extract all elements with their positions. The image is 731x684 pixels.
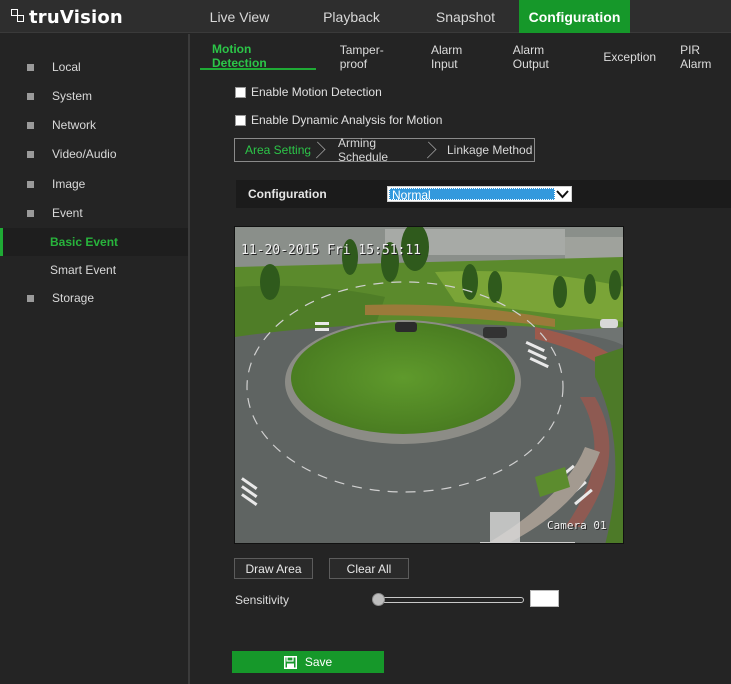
bullet-icon [27, 92, 34, 100]
enable-dynamic-checkbox[interactable] [235, 114, 246, 126]
tab-tamper-proof[interactable]: Tamper-proof [340, 43, 407, 71]
sensitivity-slider[interactable] [372, 591, 524, 609]
floppy-disk-icon [283, 655, 297, 669]
sidebar-item-storage[interactable]: Storage [0, 284, 188, 312]
event-tabs: Motion Detection Tamper-proof Alarm Inpu… [200, 42, 731, 71]
sidebar-item-event[interactable]: Event [0, 199, 188, 227]
logo: truVision [11, 5, 123, 29]
sidebar-item-network[interactable]: Network [0, 111, 188, 139]
video-camera-name: Camera 01 [547, 519, 607, 532]
bullet-icon [27, 180, 34, 188]
top-bar: truVision Live View Playback Snapshot Co… [0, 0, 731, 33]
configuration-row: Configuration Normal [236, 180, 731, 208]
sidebar-item-system[interactable]: System [0, 82, 188, 110]
bullet-icon [27, 294, 34, 302]
sidebar-item-label: Storage [52, 291, 95, 305]
enable-motion-label: Enable Motion Detection [251, 85, 382, 99]
setup-steps: Area Settings Arming Schedule Linkage Me… [234, 136, 535, 164]
main-content: Motion Detection Tamper-proof Alarm Inpu… [192, 34, 731, 684]
video-preview[interactable]: 11-20-2015 Fri 15:51:11 Camera 01 [234, 226, 624, 544]
tab-alarm-output[interactable]: Alarm Output [513, 43, 580, 71]
nav-playback[interactable]: Playback [291, 0, 412, 33]
configuration-select[interactable]: Normal [387, 186, 572, 202]
enable-motion-checkbox[interactable] [235, 86, 246, 98]
sidebar-item-label: System [52, 89, 93, 103]
sidebar-item-label: Network [52, 118, 97, 132]
slider-thumb[interactable] [372, 593, 385, 606]
tab-exception[interactable]: Exception [603, 44, 656, 70]
enable-dynamic-label: Enable Dynamic Analysis for Motion [251, 113, 443, 127]
bullet-icon [27, 150, 34, 158]
configuration-label: Configuration [248, 187, 327, 201]
nav-snapshot[interactable]: Snapshot [412, 0, 519, 33]
chevron-down-icon [555, 187, 570, 201]
main-nav: Live View Playback Snapshot Configuratio… [188, 0, 630, 33]
step-label: Arming Schedule [338, 136, 389, 164]
tab-motion-detection[interactable]: Motion Detection [200, 42, 316, 70]
save-button[interactable]: Save [232, 651, 384, 673]
enable-motion-row: Enable Motion Detection [235, 84, 382, 100]
sidebar-item-label: Video/Audio [52, 147, 117, 161]
camera-scene-image [235, 227, 623, 543]
app-window: truVision Live View Playback Snapshot Co… [0, 0, 731, 684]
bullet-icon [27, 121, 34, 129]
step-label: Area Settings [245, 143, 318, 157]
slider-track [377, 597, 524, 603]
sidebar-item-video-audio[interactable]: Video/Audio [0, 140, 188, 168]
sidebar-item-image[interactable]: Image [0, 170, 188, 198]
nav-configuration[interactable]: Configuration [519, 0, 630, 33]
sidebar-item-local[interactable]: Local [0, 53, 188, 81]
save-label: Save [304, 655, 333, 669]
draw-area-button[interactable]: Draw Area [234, 558, 313, 579]
step-label: Linkage Method [447, 143, 533, 157]
sensitivity-value-field[interactable] [530, 590, 559, 607]
step-area-settings[interactable]: Area Settings [234, 138, 326, 162]
video-timestamp: 11-20-2015 Fri 15:51:11 [241, 243, 422, 258]
sidebar-item-label: Image [52, 177, 86, 191]
sidebar-item-basic-event[interactable]: Basic Event [0, 228, 188, 256]
step-linkage-method[interactable]: Linkage Method [429, 138, 535, 162]
tab-alarm-input[interactable]: Alarm Input [431, 43, 489, 71]
sidebar-item-label: Event [52, 206, 83, 220]
enable-dynamic-row: Enable Dynamic Analysis for Motion [235, 112, 442, 128]
nav-live-view[interactable]: Live View [188, 0, 291, 33]
bullet-icon [27, 63, 34, 71]
step-arming-schedule[interactable]: Arming Schedule [318, 136, 437, 164]
sensitivity-label: Sensitivity [235, 593, 290, 607]
tab-pir-alarm[interactable]: PIR Alarm [680, 43, 731, 71]
sidebar-item-label: Local [52, 60, 81, 74]
bullet-icon [27, 209, 34, 217]
configuration-selected-value: Normal [389, 188, 555, 201]
logo-text: truVision [29, 6, 123, 28]
sidebar: Local System Network Video/Audio Image E… [0, 34, 190, 684]
clear-all-button[interactable]: Clear All [329, 558, 409, 579]
truvision-logo-icon [11, 9, 27, 25]
sidebar-item-smart-event[interactable]: Smart Event [0, 256, 188, 284]
